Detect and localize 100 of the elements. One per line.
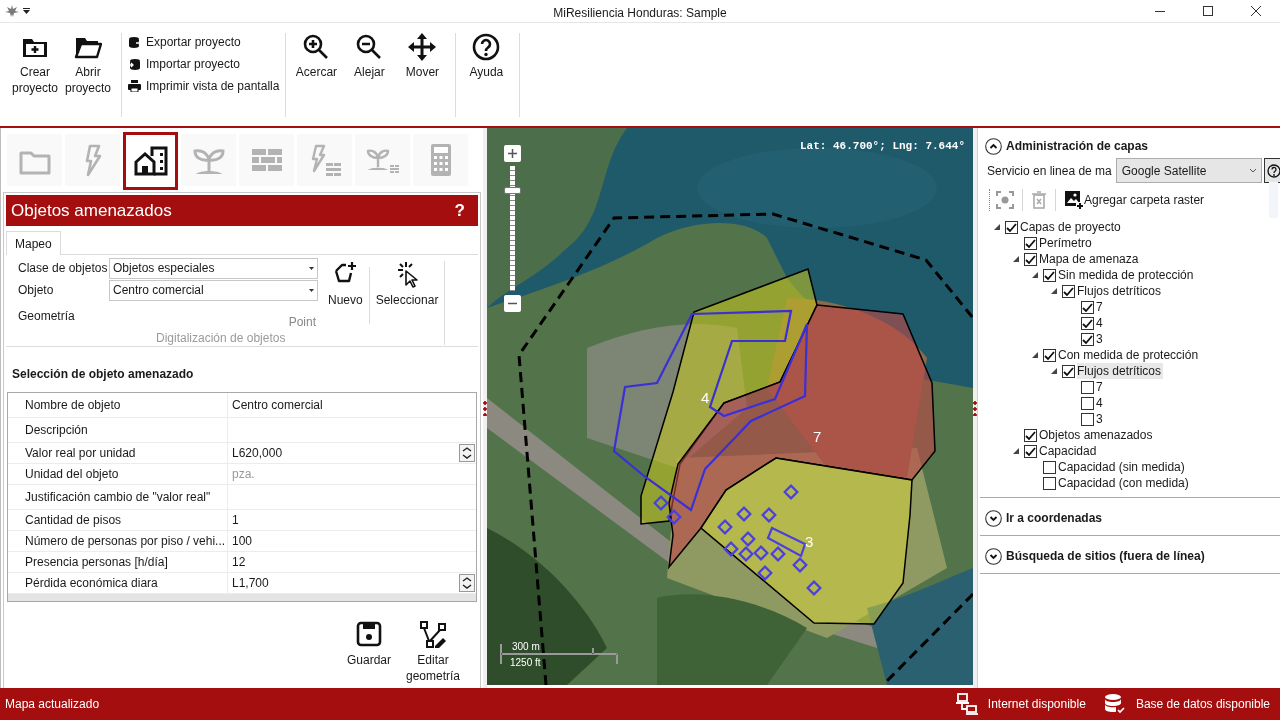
toolbar-button[interactable]: Nuevo [326, 261, 365, 313]
object-marker[interactable] [666, 509, 682, 525]
object-marker[interactable] [770, 546, 786, 562]
scrollbar[interactable] [1268, 182, 1278, 218]
layer-item[interactable]: Capas de proyecto [1020, 219, 1123, 235]
toolbar-button[interactable]: Mover [397, 33, 448, 80]
checkbox[interactable] [1062, 364, 1075, 378]
property-row[interactable]: Cantidad de pisos 1 [8, 510, 476, 531]
object-marker[interactable] [761, 507, 777, 523]
property-value[interactable]: L1,700 [232, 574, 269, 592]
protection-outline[interactable] [612, 309, 809, 512]
checkbox[interactable] [1024, 236, 1037, 250]
spin-button[interactable] [459, 444, 475, 462]
toolbar-button[interactable]: Acercar [291, 33, 342, 80]
property-row[interactable]: Número de personas por piso / vehi... 100 [8, 531, 476, 552]
focus-icon[interactable] [996, 191, 1014, 209]
dropdown[interactable]: Objetos especiales [109, 257, 318, 279]
toolbar-button[interactable]: Seleccionar [373, 261, 441, 313]
expander-icon[interactable] [1012, 448, 1019, 454]
spin-button[interactable] [459, 574, 475, 592]
toolbar-button[interactable]: Abrir proyecto [63, 33, 113, 96]
property-value[interactable]: 12 [232, 553, 246, 571]
layer-item[interactable]: Capacidad (sin medida) [1058, 459, 1187, 475]
dropdown[interactable]: Google Satellite [1115, 158, 1262, 183]
layer-item[interactable]: Objetos amenazados [1039, 427, 1155, 443]
property-value[interactable]: 1 [232, 511, 239, 529]
close-icon[interactable] [1251, 6, 1261, 16]
property-row[interactable]: Nombre de objeto Centro comercial [8, 393, 476, 418]
slider-thumb[interactable] [504, 187, 521, 194]
layer-item[interactable]: Perímetro [1039, 235, 1094, 251]
layer-item[interactable]: 7 [1096, 299, 1105, 315]
checkbox[interactable] [1024, 444, 1037, 458]
caret-icon[interactable] [23, 8, 30, 14]
layer-item[interactable]: Mapa de amenaza [1039, 251, 1141, 267]
dropdown[interactable]: Centro comercial [109, 279, 318, 301]
section-header[interactable]: Búsqueda de sitios (fuera de línea) [980, 547, 1280, 565]
zoom-in-icon[interactable] [504, 145, 521, 162]
layer-item[interactable]: Sin medida de protección [1058, 267, 1196, 283]
hazard-zone[interactable] [667, 304, 936, 570]
checkbox[interactable] [1081, 332, 1094, 346]
help-button[interactable] [1263, 158, 1280, 183]
splitter-handle[interactable] [973, 400, 977, 416]
checkbox[interactable] [1081, 300, 1094, 314]
checkbox[interactable] [1043, 460, 1056, 474]
checkbox[interactable] [1024, 252, 1037, 266]
expander-icon[interactable] [993, 224, 1000, 230]
toolbar-button[interactable]: Editar geometría [408, 620, 458, 684]
layer-item[interactable]: 4 [1096, 395, 1105, 411]
layer-item[interactable]: 7 [1096, 379, 1105, 395]
zoom-out-icon[interactable] [504, 295, 521, 312]
layer-item[interactable]: Capacidad (con medida) [1058, 475, 1191, 491]
maximize-icon[interactable] [1203, 6, 1213, 16]
menu-button[interactable]: Exportar proyecto [128, 33, 280, 51]
checkbox[interactable] [1043, 268, 1056, 282]
property-value[interactable]: 100 [232, 532, 253, 550]
property-row[interactable]: Justificación cambio de "valor real" [8, 485, 476, 510]
checkbox[interactable] [1043, 476, 1056, 490]
expander-icon[interactable] [1031, 272, 1038, 278]
toolbar-button[interactable]: Guardar [344, 620, 394, 684]
checkbox[interactable] [1005, 220, 1018, 234]
checkbox[interactable] [1024, 428, 1037, 442]
menu-button[interactable]: Importar proyecto [128, 55, 280, 73]
checkbox[interactable] [1062, 284, 1075, 298]
expander-icon[interactable] [1012, 256, 1019, 262]
object-marker[interactable] [717, 519, 733, 535]
tab[interactable]: Mapeo [6, 231, 61, 255]
property-row[interactable]: Descripción [8, 418, 476, 443]
hazard-zone[interactable] [700, 457, 913, 625]
menu-button[interactable]: Imprimir vista de pantalla [128, 77, 280, 95]
object-marker[interactable] [723, 541, 739, 557]
object-marker[interactable] [653, 495, 669, 511]
zoom-slider[interactable] [504, 166, 521, 291]
expander-icon[interactable] [1050, 288, 1057, 294]
layer-item[interactable]: 4 [1096, 315, 1105, 331]
module-tab[interactable] [123, 132, 178, 190]
toolbar-button[interactable]: Crear proyecto [10, 33, 60, 96]
object-marker[interactable] [783, 484, 799, 500]
scrollbar[interactable] [8, 594, 476, 601]
layer-item[interactable]: Con medida de protección [1058, 347, 1201, 363]
object-marker[interactable] [766, 526, 807, 558]
object-marker[interactable] [757, 565, 773, 581]
property-value[interactable]: L620,000 [232, 444, 283, 462]
object-marker[interactable] [738, 546, 754, 562]
object-marker[interactable] [736, 506, 752, 522]
app-logo-icon[interactable] [4, 4, 20, 18]
checkbox[interactable] [1043, 348, 1056, 362]
expander-icon[interactable] [1050, 368, 1057, 374]
layer-item[interactable]: 3 [1096, 331, 1105, 347]
property-row[interactable]: Presencia personas [h/día] 12 [8, 552, 476, 573]
toolbar-button[interactable]: Agregar carpeta raster [1064, 190, 1205, 210]
splitter-handle[interactable] [483, 400, 487, 416]
property-row[interactable]: Valor real por unidad L620,000 [8, 443, 476, 464]
layer-item[interactable]: 3 [1096, 411, 1105, 427]
layer-item[interactable]: Capacidad [1039, 443, 1099, 459]
checkbox[interactable] [1081, 380, 1094, 394]
object-marker[interactable] [792, 557, 808, 573]
checkbox[interactable] [1081, 396, 1094, 410]
expander-icon[interactable] [1031, 352, 1038, 358]
object-marker[interactable] [740, 531, 756, 547]
toolbar-button[interactable]: Alejar [344, 33, 395, 80]
